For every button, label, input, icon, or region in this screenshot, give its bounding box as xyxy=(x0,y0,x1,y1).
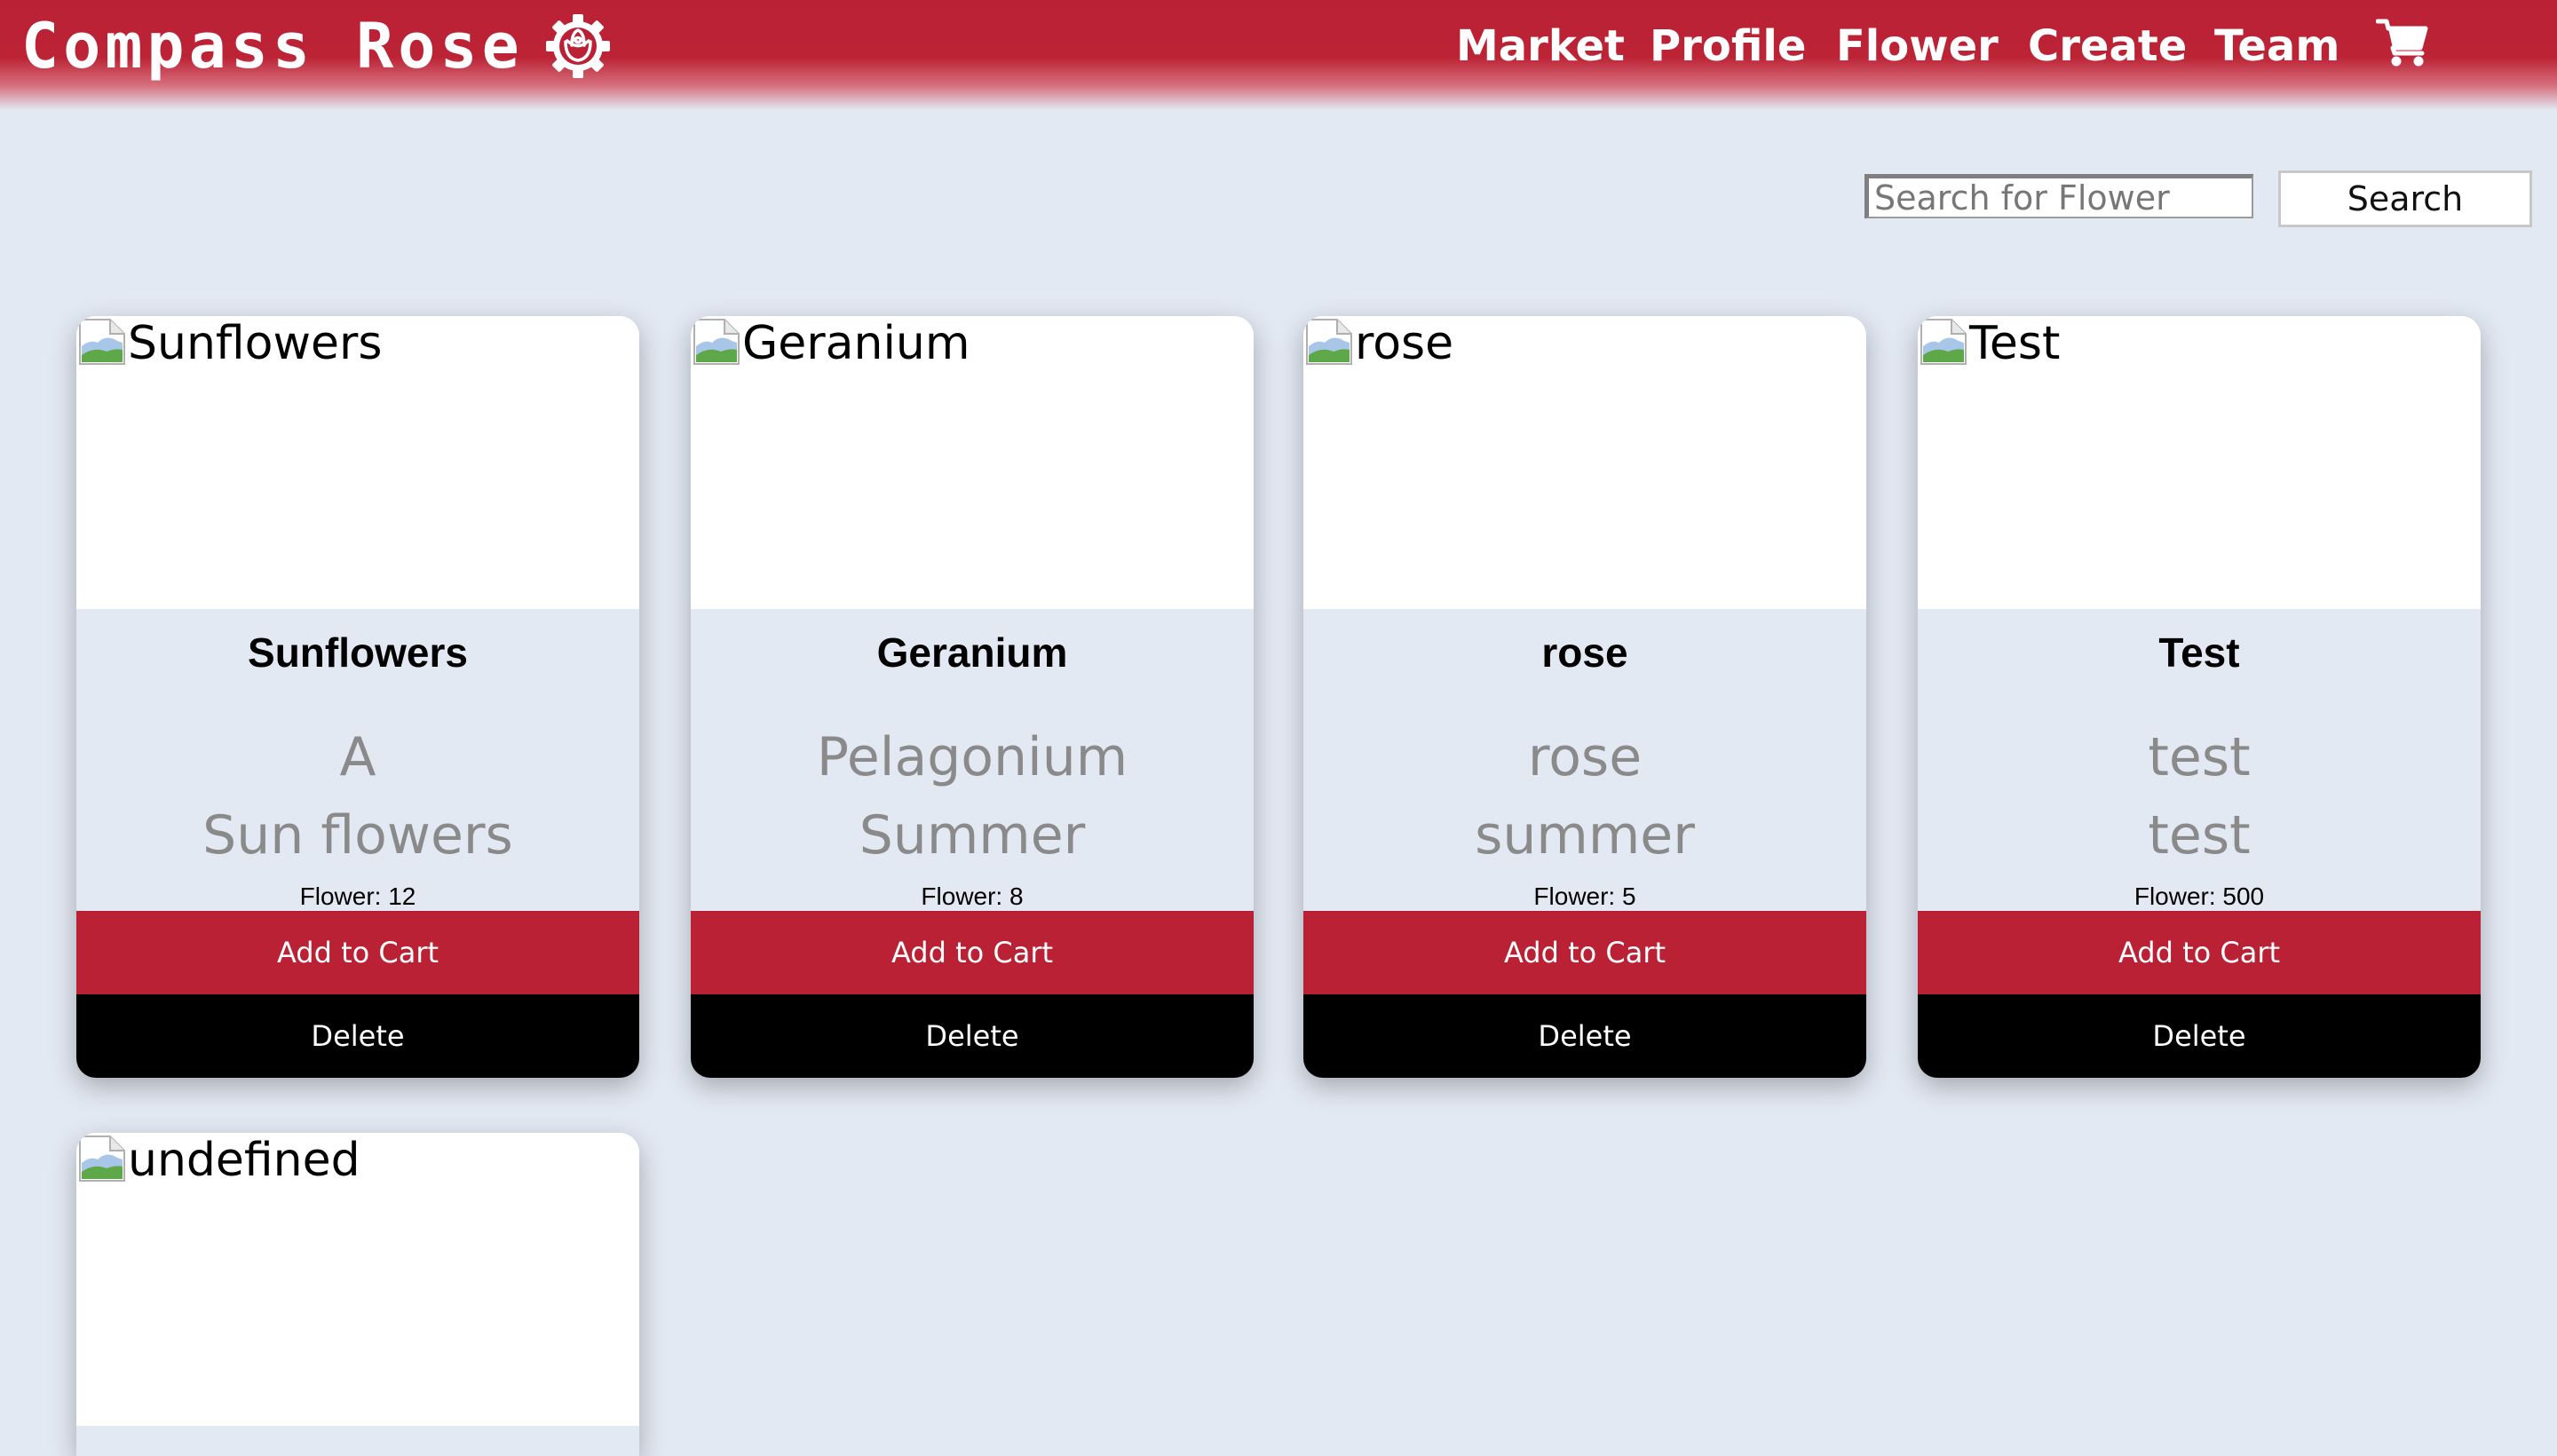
image-alt-text: Geranium xyxy=(742,317,970,370)
nav-create[interactable]: Create xyxy=(2028,12,2187,80)
nav-profile[interactable]: Profile xyxy=(1650,12,1806,80)
image-alt-text: undefined xyxy=(128,1134,360,1187)
flower-card: rose rose rose summer Flower: 5 Add to C… xyxy=(1303,316,1866,1078)
flower-count: Flower: 500 xyxy=(2133,882,2265,910)
delete-button[interactable]: Delete xyxy=(691,994,1254,1078)
add-to-cart-button[interactable]: Add to Cart xyxy=(1918,911,2481,994)
flower-card: Test Test test test Flower: 500 Add to C… xyxy=(1918,316,2481,1078)
broken-image-icon xyxy=(1303,316,1355,368)
card-title: Geranium xyxy=(876,629,1068,676)
card-description-line1: test xyxy=(2148,726,2251,788)
delete-button[interactable]: Delete xyxy=(76,994,639,1078)
card-title: rose xyxy=(1541,629,1628,676)
flower-card: Sunflowers Sunflowers A Sun flowers Flow… xyxy=(76,316,639,1078)
card-title: Test xyxy=(2158,629,2240,676)
image-alt-text: rose xyxy=(1355,317,1454,370)
shopping-cart-icon[interactable] xyxy=(2375,18,2429,67)
card-description-line1: Pelagonium xyxy=(816,726,1128,788)
broken-image-icon xyxy=(76,316,128,368)
broken-image-icon xyxy=(76,1133,128,1184)
card-description-line1: rose xyxy=(1527,726,1643,788)
broken-image-icon xyxy=(1918,316,1969,368)
flower-count: Flower: 5 xyxy=(1533,882,1636,910)
flower-count: Flower: 12 xyxy=(299,882,416,910)
add-to-cart-button[interactable]: Add to Cart xyxy=(76,911,639,994)
delete-button[interactable]: Delete xyxy=(1303,994,1866,1078)
flower-image: rose xyxy=(1303,316,1866,609)
flower-image: Geranium xyxy=(691,316,1254,609)
flower-count: Flower: 8 xyxy=(921,882,1024,910)
card-title: Sunflowers xyxy=(248,629,468,676)
delete-button[interactable]: Delete xyxy=(1918,994,2481,1078)
search-input[interactable] xyxy=(1864,174,2253,218)
card-description-line1: A xyxy=(339,726,376,788)
nav-flower[interactable]: Flower xyxy=(1836,12,1999,80)
search-button[interactable]: Search xyxy=(2278,170,2532,227)
nav-team[interactable]: Team xyxy=(2214,12,2339,80)
broken-image-icon xyxy=(691,316,742,368)
card-description-line2: Summer xyxy=(859,804,1086,866)
add-to-cart-button[interactable]: Add to Cart xyxy=(1303,911,1866,994)
flower-image: Sunflowers xyxy=(76,316,639,609)
card-description-line2: summer xyxy=(1475,804,1695,866)
flower-card: Geranium Geranium Pelagonium Summer Flow… xyxy=(691,316,1254,1078)
flower-image: undefined xyxy=(76,1133,639,1426)
card-description-line2: Sun flowers xyxy=(202,804,513,866)
flower-image: Test xyxy=(1918,316,2481,609)
card-description-line2: test xyxy=(2148,804,2251,866)
main-nav: Market Profile Flower Create Team xyxy=(0,12,2557,80)
add-to-cart-button[interactable]: Add to Cart xyxy=(691,911,1254,994)
top-nav-bar: Compass Rose Market Profile Flower Creat… xyxy=(0,0,2557,110)
nav-market[interactable]: Market xyxy=(1456,12,1625,80)
image-alt-text: Test xyxy=(1969,317,2061,370)
flower-card: undefined xyxy=(76,1133,639,1456)
image-alt-text: Sunflowers xyxy=(128,317,383,370)
